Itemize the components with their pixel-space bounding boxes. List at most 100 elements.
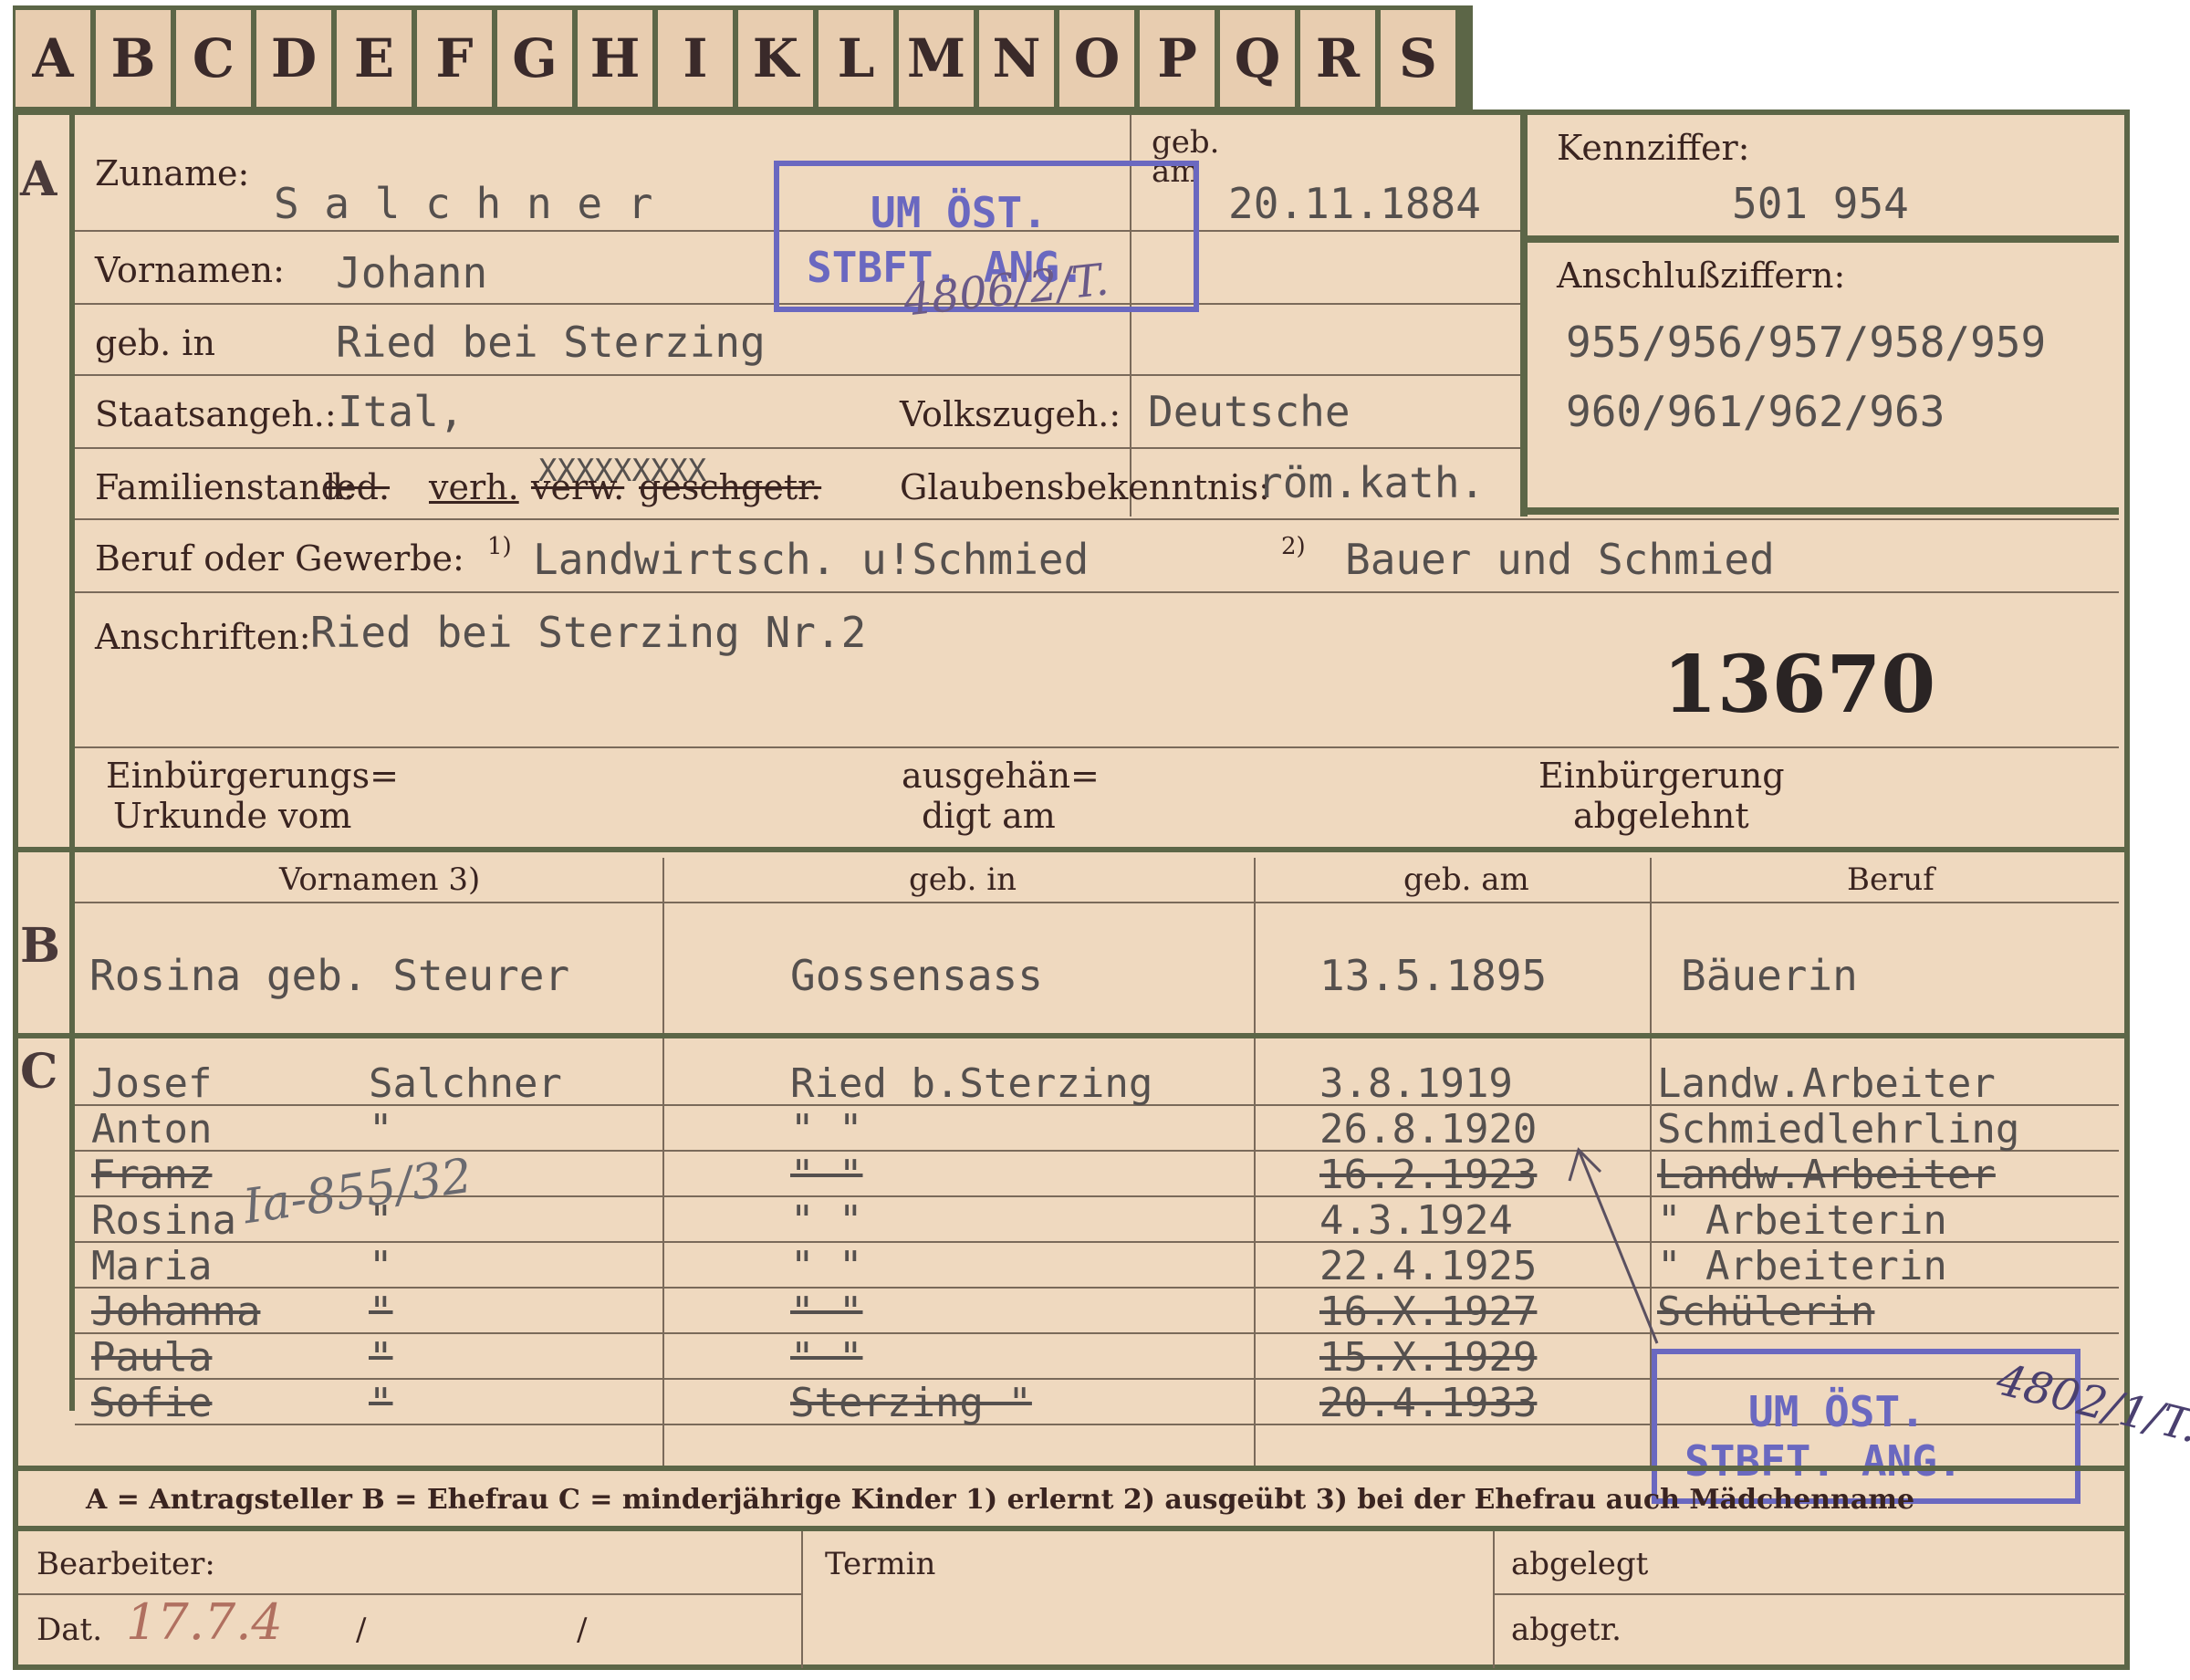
b-header-beruf: Beruf — [1847, 861, 1934, 898]
divider — [75, 746, 2119, 748]
child-occupation: Schülerin — [1657, 1289, 1875, 1335]
beruf-1-value: Landwirtsch. u!Schmied — [533, 535, 1090, 584]
tab-letter[interactable]: I — [658, 10, 733, 107]
tab-letter[interactable]: B — [96, 10, 171, 107]
volks-value: Deutsche — [1148, 387, 1350, 436]
einb-urkunde-label-1: Einbürgerungs= — [106, 756, 399, 796]
tab-letter[interactable]: R — [1300, 10, 1375, 107]
child-birthdate: 16.X.1927 — [1319, 1289, 1538, 1335]
familienstand-verh: verh. — [429, 467, 519, 507]
staats-label: Staatsangeh.: — [95, 394, 337, 434]
b-geb-am-value: 13.5.1895 — [1319, 951, 1548, 1000]
tab-letter[interactable]: S — [1381, 10, 1455, 107]
anschluss-label: Anschlußziffern: — [1557, 256, 1846, 296]
divider — [1528, 507, 2119, 515]
vornamen-value: Johann — [336, 248, 488, 297]
footer-dat-handwriting: 17.7.4 — [126, 1593, 283, 1651]
divider — [1528, 235, 2119, 243]
glauben-value: röm.kath. — [1257, 458, 1486, 507]
tab-letter[interactable]: G — [497, 10, 572, 107]
beruf-2-value: Bauer und Schmied — [1345, 535, 1775, 584]
familienstand-label: Familienstand: — [95, 467, 355, 507]
legend: A = Antragsteller B = Ehefrau C = minder… — [86, 1484, 1915, 1516]
geb-date-value: 20.11.1884 — [1228, 179, 1481, 228]
einb-abgelehnt-label-2: abgelehnt — [1573, 796, 1749, 836]
child-name: Josef — [91, 1060, 213, 1107]
child-occupation: Landw.Arbeiter — [1657, 1060, 1996, 1107]
child-surname: " — [369, 1106, 393, 1153]
ausgehaend-label-1: ausgehän= — [902, 756, 1100, 796]
child-birthdate: 16.2.1923 — [1319, 1152, 1538, 1198]
footer-slash-2: / — [577, 1612, 588, 1648]
anschrift-label: Anschriften: — [95, 617, 311, 657]
tab-letter[interactable]: O — [1059, 10, 1134, 107]
divider — [1254, 858, 1256, 1033]
child-surname: " — [369, 1243, 393, 1289]
b-vornamen-value: Rosina geb. Steurer — [89, 951, 570, 1000]
familienstand-getr: getr. — [741, 467, 822, 507]
alphabet-tab-strip: ABCDEFGHIKLMNOPQRS — [13, 5, 1473, 111]
section-divider — [18, 847, 2126, 852]
tab-letter[interactable]: P — [1140, 10, 1215, 107]
child-birthplace: " " — [790, 1334, 863, 1381]
child-name: Johanna — [91, 1289, 261, 1335]
child-birthdate: 4.3.1924 — [1319, 1197, 1513, 1244]
child-surname: " — [369, 1289, 393, 1335]
child-birthdate: 26.8.1920 — [1319, 1106, 1538, 1153]
tab-letter[interactable]: N — [979, 10, 1054, 107]
stamp-bottom-line-2: STBFT. ANG. — [1684, 1436, 1963, 1486]
footer-abgelegt-label: abgelegt — [1511, 1546, 1649, 1582]
stamp-bottom-line-1: UM ÖST. — [1748, 1387, 1925, 1436]
ausgehaend-label-2: digt am — [922, 796, 1056, 836]
section-divider — [18, 1526, 2126, 1531]
beruf-1-mark: 1) — [487, 533, 512, 560]
child-surname: Salchner — [369, 1060, 562, 1107]
tab-letter[interactable]: F — [417, 10, 492, 107]
section-letter-a: A — [20, 151, 57, 207]
volks-label: Volkszugeh.: — [900, 394, 1121, 434]
divider — [1650, 858, 1652, 1033]
tab-letter[interactable]: E — [337, 10, 412, 107]
footer-slash-1: / — [356, 1612, 367, 1648]
familienstand-typed-x: XXXXXXXXX — [538, 453, 707, 489]
kennziffer-label: Kennziffer: — [1557, 128, 1750, 168]
child-occupation: " Arbeiterin — [1657, 1243, 1947, 1289]
b-header-vornamen: Vornamen 3) — [279, 861, 481, 898]
child-birthdate: 22.4.1925 — [1319, 1243, 1538, 1289]
child-occupation: Schmiedlehrling — [1657, 1106, 2020, 1153]
divider — [75, 591, 2119, 593]
tab-letter[interactable]: H — [578, 10, 652, 107]
footer-bearbeiter-label: Bearbeiter: — [36, 1546, 215, 1582]
footer-termin-label: Termin — [825, 1546, 936, 1582]
child-surname: " — [369, 1334, 393, 1381]
child-birthdate: 20.4.1933 — [1319, 1380, 1538, 1426]
child-birthdate: 3.8.1919 — [1319, 1060, 1513, 1107]
child-birthplace: " " — [790, 1289, 863, 1335]
tab-letter[interactable]: K — [738, 10, 813, 107]
divider — [1254, 1038, 1256, 1467]
child-birthplace: " " — [790, 1197, 863, 1244]
tab-letter[interactable]: A — [16, 10, 90, 107]
tab-letter[interactable]: L — [819, 10, 893, 107]
tab-letter[interactable]: C — [176, 10, 251, 107]
tab-letter[interactable]: M — [899, 10, 974, 107]
divider — [1493, 1593, 2126, 1595]
einb-urkunde-label-2: Urkunde vom — [113, 796, 352, 836]
divider — [75, 902, 2119, 903]
divider — [75, 374, 1520, 376]
footer-abgetr-label: abgetr. — [1511, 1612, 1622, 1648]
b-beruf-value: Bäuerin — [1681, 951, 1858, 1000]
anschluss-line-1: 955/956/957/958/959 — [1566, 318, 2047, 367]
b-header-geb-am: geb. am — [1403, 861, 1529, 898]
beruf-2-mark: 2) — [1281, 533, 1306, 560]
arrow-annotation — [1568, 1147, 1659, 1344]
divider — [1520, 115, 1528, 517]
tab-letter[interactable]: D — [256, 10, 331, 107]
divider — [75, 447, 1520, 449]
kennziffer-value: 501 954 — [1732, 179, 1909, 228]
geb-in-value: Ried bei Sterzing — [336, 318, 766, 367]
familienstand-led: led. — [325, 467, 391, 507]
child-birthplace: Sterzing " — [790, 1380, 1032, 1426]
tab-letter[interactable]: Q — [1220, 10, 1295, 107]
child-name: Sofie — [91, 1380, 213, 1426]
